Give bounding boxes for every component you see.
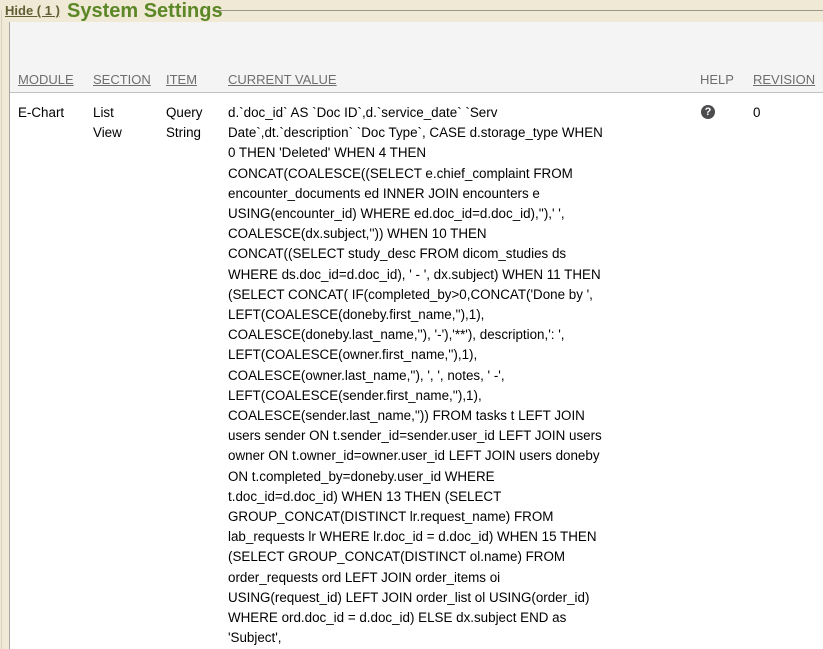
column-header-item[interactable]: ITEM [166,72,197,87]
column-header-help: HELP [700,72,734,87]
settings-table-panel: MODULE SECTION ITEM CURRENT VALUE HELP R… [9,22,823,649]
cell-revision: 0 [753,103,760,123]
cell-current-value: d.`doc_id` AS `Doc ID`,d.`service_date` … [228,103,728,648]
page-title: System Settings [67,0,223,23]
cell-module: E-Chart [18,103,84,123]
column-header-module[interactable]: MODULE [18,72,74,87]
cell-section: List View [93,103,145,143]
column-header-current-value[interactable]: CURRENT VALUE [228,72,337,87]
table-header-row: MODULE SECTION ITEM CURRENT VALUE HELP R… [10,22,823,93]
column-header-section[interactable]: SECTION [93,72,151,87]
column-header-revision[interactable]: REVISION [753,72,815,87]
help-question-icon[interactable]: ? [701,105,715,119]
cell-item: Query String [166,103,218,143]
system-settings-page: Hide ( 1 ) System Settings MODULE SECTIO… [0,0,823,649]
fieldset-top-rule [217,10,823,11]
fieldset-left-border [1,10,2,649]
hide-section-link[interactable]: Hide ( 1 ) [5,3,60,18]
